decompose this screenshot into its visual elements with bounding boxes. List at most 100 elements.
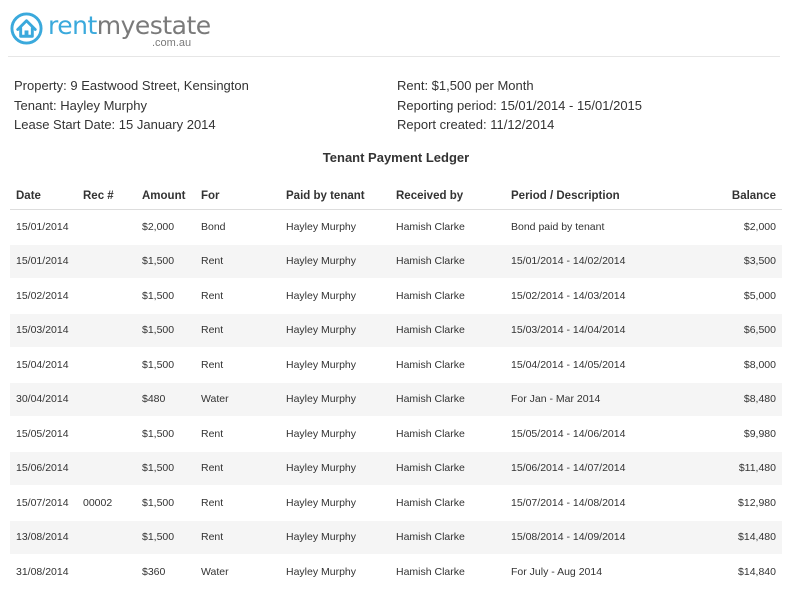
property-address: Property: 9 Eastwood Street, Kensington bbox=[14, 78, 249, 93]
column-header-date: Date bbox=[10, 183, 77, 210]
table-header-row: Date Rec # Amount For Paid by tenant Rec… bbox=[10, 183, 782, 210]
lease-start-date: Lease Start Date: 15 January 2014 bbox=[14, 117, 216, 132]
cell-received-by: Hamish Clarke bbox=[390, 520, 505, 555]
cell-paid-by: Hayley Murphy bbox=[280, 416, 390, 452]
cell-balance: $11,480 bbox=[691, 451, 782, 486]
cell-for: Rent bbox=[195, 244, 280, 279]
cell-for: Rent bbox=[195, 278, 280, 314]
cell-period: 15/06/2014 - 14/07/2014 bbox=[505, 451, 691, 486]
cell-received-by: Hamish Clarke bbox=[390, 244, 505, 279]
cell-period: 15/02/2014 - 14/03/2014 bbox=[505, 278, 691, 314]
cell-period: 15/01/2014 - 14/02/2014 bbox=[505, 244, 691, 279]
ledger-rows: 15/01/2014 $2,000 Bond Hayley Murphy Hamish … bbox=[10, 209, 782, 590]
cell-rec bbox=[77, 209, 136, 245]
cell-for: Rent bbox=[195, 451, 280, 486]
cell-rec bbox=[77, 278, 136, 314]
cell-period: 15/04/2014 - 14/05/2014 bbox=[505, 347, 691, 383]
cell-date: 15/05/2014 bbox=[10, 416, 77, 452]
cell-period: Bond paid by tenant bbox=[505, 209, 691, 245]
cell-amount: $1,500 bbox=[136, 451, 195, 486]
cell-amount: $480 bbox=[136, 382, 195, 417]
cell-paid-by: Hayley Murphy bbox=[280, 451, 390, 486]
column-header-received-by: Received by bbox=[390, 183, 505, 210]
cell-amount: $1,500 bbox=[136, 313, 195, 348]
cell-amount: $1,500 bbox=[136, 416, 195, 452]
table-row: 15/04/2014 $1,500 Rent Hayley Murphy Hamish … bbox=[10, 347, 782, 383]
cell-period: 15/03/2014 - 14/04/2014 bbox=[505, 313, 691, 348]
cell-rec bbox=[77, 347, 136, 383]
cell-received-by: Hamish Clarke bbox=[390, 313, 505, 348]
cell-for: Water bbox=[195, 382, 280, 417]
logo-myestate: myestate bbox=[96, 11, 211, 40]
cell-paid-by: Hayley Murphy bbox=[280, 485, 390, 521]
column-header-period: Period / Description bbox=[505, 183, 691, 210]
cell-balance: $8,000 bbox=[691, 347, 782, 383]
cell-amount: $1,500 bbox=[136, 278, 195, 314]
logo-wordmark: rentmyestate bbox=[48, 12, 211, 40]
cell-paid-by: Hayley Murphy bbox=[280, 347, 390, 383]
column-header-for: For bbox=[195, 183, 280, 210]
cell-balance: $2,000 bbox=[691, 209, 782, 245]
cell-period: For Jan - Mar 2014 bbox=[505, 382, 691, 417]
cell-paid-by: Hayley Murphy bbox=[280, 520, 390, 555]
cell-period: 15/08/2014 - 14/09/2014 bbox=[505, 520, 691, 555]
logo-rent: rent bbox=[48, 11, 97, 40]
cell-paid-by: Hayley Murphy bbox=[280, 382, 390, 417]
table-row: 15/01/2014 $1,500 Rent Hayley Murphy Hamish … bbox=[10, 244, 782, 279]
column-header-amount: Amount bbox=[136, 183, 195, 210]
house-icon bbox=[10, 12, 43, 45]
cell-for: Bond bbox=[195, 209, 280, 245]
report-info: Rent: $1,500 per Month Reporting period:… bbox=[397, 76, 642, 135]
cell-received-by: Hamish Clarke bbox=[390, 485, 505, 521]
cell-rec bbox=[77, 313, 136, 348]
cell-date: 30/04/2014 bbox=[10, 382, 77, 417]
cell-for: Rent bbox=[195, 313, 280, 348]
cell-amount: $1,500 bbox=[136, 244, 195, 279]
table-row: 30/04/2014 $480 Water Hayley Murphy Hamish C… bbox=[10, 382, 782, 417]
table-row: 15/01/2014 $2,000 Bond Hayley Murphy Hamish … bbox=[10, 209, 782, 245]
cell-received-by: Hamish Clarke bbox=[390, 278, 505, 314]
cell-rec bbox=[77, 520, 136, 555]
cell-period: 15/05/2014 - 14/06/2014 bbox=[505, 416, 691, 452]
report-created: Report created: 11/12/2014 bbox=[397, 117, 555, 132]
property-info: Property: 9 Eastwood Street, Kensington … bbox=[14, 76, 249, 135]
cell-rec bbox=[77, 382, 136, 417]
page-header: rentmyestate .com.au bbox=[8, 10, 780, 57]
cell-balance: $5,000 bbox=[691, 278, 782, 314]
cell-period: 15/07/2014 - 14/08/2014 bbox=[505, 485, 691, 521]
cell-paid-by: Hayley Murphy bbox=[280, 244, 390, 279]
table-row: 15/05/2014 $1,500 Rent Hayley Murphy Hamish … bbox=[10, 416, 782, 452]
cell-paid-by: Hayley Murphy bbox=[280, 209, 390, 245]
reporting-period: Reporting period: 15/01/2014 - 15/01/201… bbox=[397, 97, 643, 113]
cell-date: 15/02/2014 bbox=[10, 278, 77, 314]
cell-amount: $1,500 bbox=[136, 520, 195, 555]
cell-balance: $6,500 bbox=[691, 313, 782, 348]
cell-amount: $1,500 bbox=[136, 485, 195, 521]
cell-balance: $9,980 bbox=[691, 416, 782, 452]
cell-rec: 00002 bbox=[77, 485, 136, 521]
cell-balance: $12,980 bbox=[691, 485, 782, 521]
cell-balance: $8,480 bbox=[691, 382, 782, 417]
table-row: 15/07/2014 00002 $1,500 Rent Hayley Murphy Ha… bbox=[10, 485, 782, 521]
cell-received-by: Hamish Clarke bbox=[390, 451, 505, 486]
cell-received-by: Hamish Clarke bbox=[390, 209, 505, 245]
column-header-balance: Balance bbox=[691, 183, 782, 210]
cell-paid-by: Hayley Murphy bbox=[280, 278, 390, 314]
rent-amount: Rent: $1,500 per Month bbox=[397, 78, 534, 93]
cell-amount: $1,500 bbox=[136, 347, 195, 383]
cell-date: 15/01/2014 bbox=[10, 209, 77, 245]
column-header-rec: Rec # bbox=[77, 183, 136, 210]
cell-amount: $2,000 bbox=[136, 209, 195, 245]
table-row: 13/08/2014 $1,500 Rent Hayley Murphy Hamish … bbox=[10, 520, 782, 555]
cell-date: 15/03/2014 bbox=[10, 313, 77, 348]
table-row: 15/03/2014 $1,500 Rent Hayley Murphy Hamish … bbox=[10, 313, 782, 348]
tenant-name: Tenant: Hayley Murphy bbox=[14, 97, 147, 113]
cell-paid-by: Hayley Murphy bbox=[280, 313, 390, 348]
cell-received-by: Hamish Clarke bbox=[390, 347, 505, 383]
cell-balance: $3,500 bbox=[691, 244, 782, 279]
cell-date: 13/08/2014 bbox=[10, 520, 77, 555]
table-row: 15/02/2014 $1,500 Rent Hayley Murphy Hamish … bbox=[10, 278, 782, 314]
cell-rec bbox=[77, 244, 136, 279]
ledger-title: Tenant Payment Ledger bbox=[322, 150, 470, 165]
cell-for: Rent bbox=[195, 347, 280, 383]
